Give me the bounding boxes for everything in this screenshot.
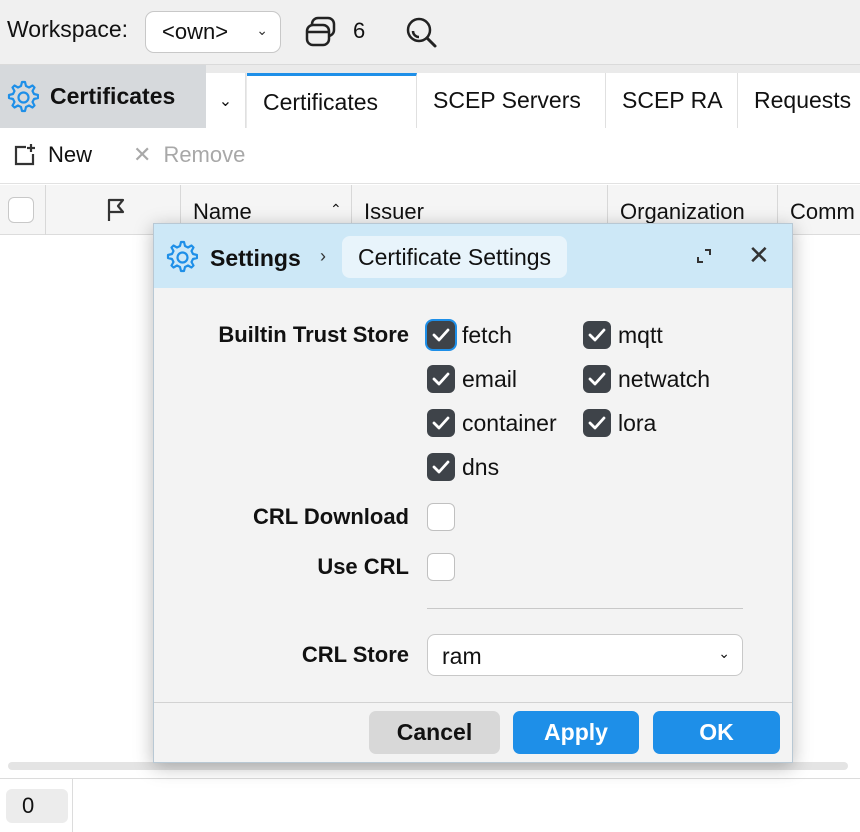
checkbox-mqtt[interactable] <box>583 321 611 349</box>
tab-label: SCEP RA <box>622 87 723 113</box>
window-count: 6 <box>353 18 366 43</box>
check-icon <box>432 460 450 474</box>
checkbox-label-email: email <box>462 366 517 392</box>
checkbox-fetch[interactable] <box>427 321 455 349</box>
expand-icon[interactable] <box>694 246 714 266</box>
status-divider <box>72 779 73 832</box>
check-icon <box>588 328 606 342</box>
workspace-bar: Workspace: <own> ⌄ 6 <box>0 0 860 64</box>
flag-icon <box>107 198 125 221</box>
check-icon <box>588 372 606 386</box>
chevron-down-icon: ⌄ <box>256 22 268 38</box>
cancel-button[interactable]: Cancel <box>369 711 500 754</box>
new-button[interactable]: New <box>12 142 92 168</box>
workspace-label: Workspace: <box>7 16 129 42</box>
tab-label: Certificates <box>263 88 379 115</box>
workspace-select[interactable]: <own> ⌄ <box>145 11 281 53</box>
crl-store-label: CRL Store <box>301 642 409 667</box>
checkbox-label-dns: dns <box>462 454 500 480</box>
column-header-label: Name <box>193 199 252 224</box>
item-count: 0 <box>6 789 68 823</box>
gear-icon <box>166 240 198 273</box>
use-crl-label: Use CRL <box>317 554 409 579</box>
crl-download-checkbox[interactable] <box>427 503 455 531</box>
column-header-label: Organization <box>620 199 745 224</box>
ok-button[interactable]: OK <box>653 711 780 754</box>
status-bar: 0 <box>0 778 860 832</box>
column-header-label: Issuer <box>364 199 424 224</box>
tab-requests[interactable]: Requests <box>738 73 860 128</box>
check-icon <box>432 372 450 386</box>
crl-download-label: CRL Download <box>252 504 409 529</box>
menu-title: Certificates <box>0 65 206 128</box>
checkbox-label-netwatch: netwatch <box>618 366 711 392</box>
select-all-column <box>0 185 46 235</box>
tab-label: SCEP Servers <box>433 87 581 113</box>
search-icon[interactable] <box>403 14 439 50</box>
certificate-settings-dialog: Settings › Certificate Settings ✕ Builti… <box>153 223 793 763</box>
menu-title-label: Certificates <box>50 83 176 109</box>
check-icon <box>432 328 450 342</box>
divider <box>427 608 743 609</box>
column-header-label: Comm <box>790 199 855 224</box>
remove-button[interactable]: ✕ Remove <box>133 142 245 168</box>
tab-scep-ra[interactable]: SCEP RA <box>606 73 738 128</box>
toolbar: New ✕ Remove <box>0 128 860 184</box>
sort-ascending-icon: ⌃ <box>330 201 342 217</box>
breadcrumb: Certificate Settings <box>342 236 568 278</box>
dialog-title[interactable]: Settings <box>210 245 301 272</box>
checkbox-label-container: container <box>462 410 557 436</box>
workspace-value: <own> <box>162 19 229 44</box>
checkbox-container[interactable] <box>427 409 455 437</box>
chevron-down-icon: ⌄ <box>718 645 730 661</box>
builtin-trust-store-label: Builtin Trust Store <box>218 322 409 347</box>
close-icon[interactable]: ✕ <box>748 240 770 271</box>
tab-scep-servers[interactable]: SCEP Servers <box>417 73 606 128</box>
checkbox-lora[interactable] <box>583 409 611 437</box>
check-icon <box>588 416 606 430</box>
chevron-down-icon: ⌄ <box>218 92 233 110</box>
crl-store-select[interactable]: ram ⌄ <box>427 634 743 676</box>
checkbox-label-mqtt: mqtt <box>618 322 663 348</box>
tab-row: Certificates ⌄ Certificates SCEP Servers… <box>0 64 860 128</box>
check-icon <box>432 416 450 430</box>
horizontal-scrollbar[interactable] <box>8 762 848 770</box>
checkbox-email[interactable] <box>427 365 455 393</box>
dialog-footer-divider <box>154 702 792 703</box>
use-crl-checkbox[interactable] <box>427 553 455 581</box>
tabs-dropdown-button[interactable]: ⌄ <box>206 73 246 128</box>
chevron-right-icon: › <box>320 246 326 266</box>
dialog-header: Settings › Certificate Settings ✕ <box>154 224 792 288</box>
windows-icon[interactable] <box>303 14 339 50</box>
crl-store-value: ram <box>442 643 482 669</box>
checkbox-netwatch[interactable] <box>583 365 611 393</box>
checkbox-label-fetch: fetch <box>462 322 512 348</box>
close-icon: ✕ <box>133 142 152 167</box>
checkbox-dns[interactable] <box>427 453 455 481</box>
tab-certificates[interactable]: Certificates <box>247 73 417 128</box>
apply-button[interactable]: Apply <box>513 711 639 754</box>
checkbox-label-lora: lora <box>618 410 657 436</box>
select-all-checkbox[interactable] <box>8 197 34 223</box>
new-button-label: New <box>48 142 93 167</box>
add-icon <box>14 144 35 166</box>
tab-label: Requests <box>754 87 852 113</box>
gear-icon <box>7 80 39 113</box>
remove-button-label: Remove <box>163 142 246 167</box>
